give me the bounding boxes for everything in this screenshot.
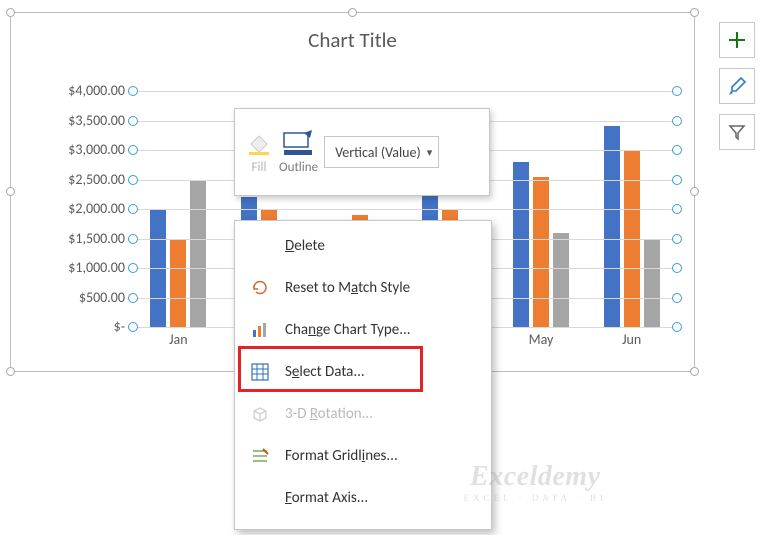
axis-selection-handle[interactable] bbox=[128, 86, 138, 96]
context-menu: Delete Reset to Match Style Change Chart… bbox=[234, 220, 492, 530]
y-axis-tick-label: $1,000.00 bbox=[43, 259, 125, 276]
y-axis-tick-label: $- bbox=[43, 318, 125, 335]
mini-toolbar: Fill Outline Vertical (Value) ▾ bbox=[234, 108, 490, 196]
fill-button: Fill bbox=[245, 130, 273, 175]
menu-label: Select Data... bbox=[285, 363, 365, 381]
axis-selection-handle[interactable] bbox=[128, 175, 138, 185]
menu-label: Change Chart Type... bbox=[285, 321, 411, 339]
menu-label: Reset to Match Style bbox=[285, 279, 410, 297]
menu-label: 3-D Rotation... bbox=[285, 405, 373, 423]
fill-bucket-icon bbox=[245, 130, 273, 156]
chevron-down-icon: ▾ bbox=[427, 146, 433, 159]
fill-label: Fill bbox=[252, 160, 267, 175]
resize-handle[interactable] bbox=[6, 367, 15, 376]
menu-format-gridlines[interactable]: Format Gridlines... bbox=[235, 435, 491, 477]
axis-selection-handle[interactable] bbox=[672, 86, 682, 96]
chart-filter-button[interactable] bbox=[719, 114, 755, 150]
axis-selection-handle[interactable] bbox=[672, 175, 682, 185]
axis-selection-handle[interactable] bbox=[672, 263, 682, 273]
menu-delete[interactable]: Delete bbox=[235, 225, 491, 267]
watermark: Exceldemy EXCEL · DATA · BI bbox=[464, 461, 607, 503]
axis-selection-handle[interactable] bbox=[672, 145, 682, 155]
menu-reset-style[interactable]: Reset to Match Style bbox=[235, 267, 491, 309]
menu-3d-rotation: 3-D Rotation... bbox=[235, 393, 491, 435]
gridline bbox=[133, 91, 677, 92]
watermark-tag: EXCEL · DATA · BI bbox=[464, 493, 607, 503]
funnel-icon bbox=[728, 123, 746, 141]
menu-label: Format Axis... bbox=[285, 489, 368, 507]
bar-series3[interactable] bbox=[190, 180, 206, 328]
axis-selection-handle[interactable] bbox=[672, 204, 682, 214]
gridline-icon bbox=[249, 447, 271, 465]
outline-pen-icon bbox=[282, 130, 316, 156]
resize-handle[interactable] bbox=[690, 8, 699, 17]
plus-icon bbox=[727, 30, 747, 50]
axis-selection-handle[interactable] bbox=[672, 234, 682, 244]
resize-handle[interactable] bbox=[6, 187, 15, 196]
axis-selection-handle[interactable] bbox=[672, 116, 682, 126]
chart-styles-button[interactable] bbox=[719, 68, 755, 104]
watermark-brand: Exceldemy bbox=[470, 461, 600, 492]
resize-handle[interactable] bbox=[690, 187, 699, 196]
axis-selection-handle[interactable] bbox=[128, 322, 138, 332]
x-axis-category-label: Jan bbox=[133, 331, 224, 348]
menu-label: Delete bbox=[285, 237, 325, 255]
axis-selection-handle[interactable] bbox=[128, 234, 138, 244]
x-axis-category-label: May bbox=[496, 331, 587, 348]
bar-series2[interactable] bbox=[533, 177, 549, 327]
brush-icon bbox=[727, 76, 747, 96]
outline-button[interactable]: Outline bbox=[279, 130, 318, 175]
menu-format-axis[interactable]: Format Axis... bbox=[235, 477, 491, 519]
axis-selector-value: Vertical (Value) bbox=[335, 144, 421, 161]
bar-series3[interactable] bbox=[553, 233, 569, 327]
menu-change-chart-type[interactable]: Change Chart Type... bbox=[235, 309, 491, 351]
chart-elements-button[interactable] bbox=[719, 22, 755, 58]
y-axis-tick-label: $3,000.00 bbox=[43, 141, 125, 158]
axis-selection-handle[interactable] bbox=[128, 263, 138, 273]
outline-label: Outline bbox=[279, 160, 318, 175]
y-axis-tick-label: $2,000.00 bbox=[43, 200, 125, 217]
bar-series2[interactable] bbox=[170, 239, 186, 328]
reset-icon bbox=[249, 279, 271, 297]
axis-selection-handle[interactable] bbox=[128, 204, 138, 214]
chart-type-icon bbox=[249, 321, 271, 339]
y-axis-tick-label: $4,000.00 bbox=[43, 82, 125, 99]
chart-title[interactable]: Chart Title bbox=[11, 27, 694, 53]
menu-select-data[interactable]: Select Data... bbox=[235, 351, 491, 393]
gridline bbox=[133, 209, 677, 210]
resize-handle[interactable] bbox=[348, 8, 357, 17]
menu-label: Format Gridlines... bbox=[285, 447, 398, 465]
select-data-icon bbox=[249, 363, 271, 381]
axis-selection-handle[interactable] bbox=[128, 145, 138, 155]
y-axis-tick-label: $1,500.00 bbox=[43, 230, 125, 247]
bar-series3[interactable] bbox=[644, 239, 660, 328]
axis-selection-handle[interactable] bbox=[128, 116, 138, 126]
resize-handle[interactable] bbox=[690, 367, 699, 376]
y-axis-tick-label: $2,500.00 bbox=[43, 171, 125, 188]
axis-selection-handle[interactable] bbox=[672, 322, 682, 332]
resize-handle[interactable] bbox=[6, 8, 15, 17]
axis-selector-dropdown[interactable]: Vertical (Value) ▾ bbox=[324, 136, 439, 168]
bar-series1[interactable] bbox=[513, 162, 529, 327]
x-axis-category-label: Jun bbox=[586, 331, 677, 348]
cube-icon bbox=[249, 405, 271, 423]
y-axis-tick-label: $3,500.00 bbox=[43, 112, 125, 129]
y-axis-tick-label: $500.00 bbox=[43, 289, 125, 306]
axis-selection-handle[interactable] bbox=[128, 293, 138, 303]
axis-selection-handle[interactable] bbox=[672, 293, 682, 303]
